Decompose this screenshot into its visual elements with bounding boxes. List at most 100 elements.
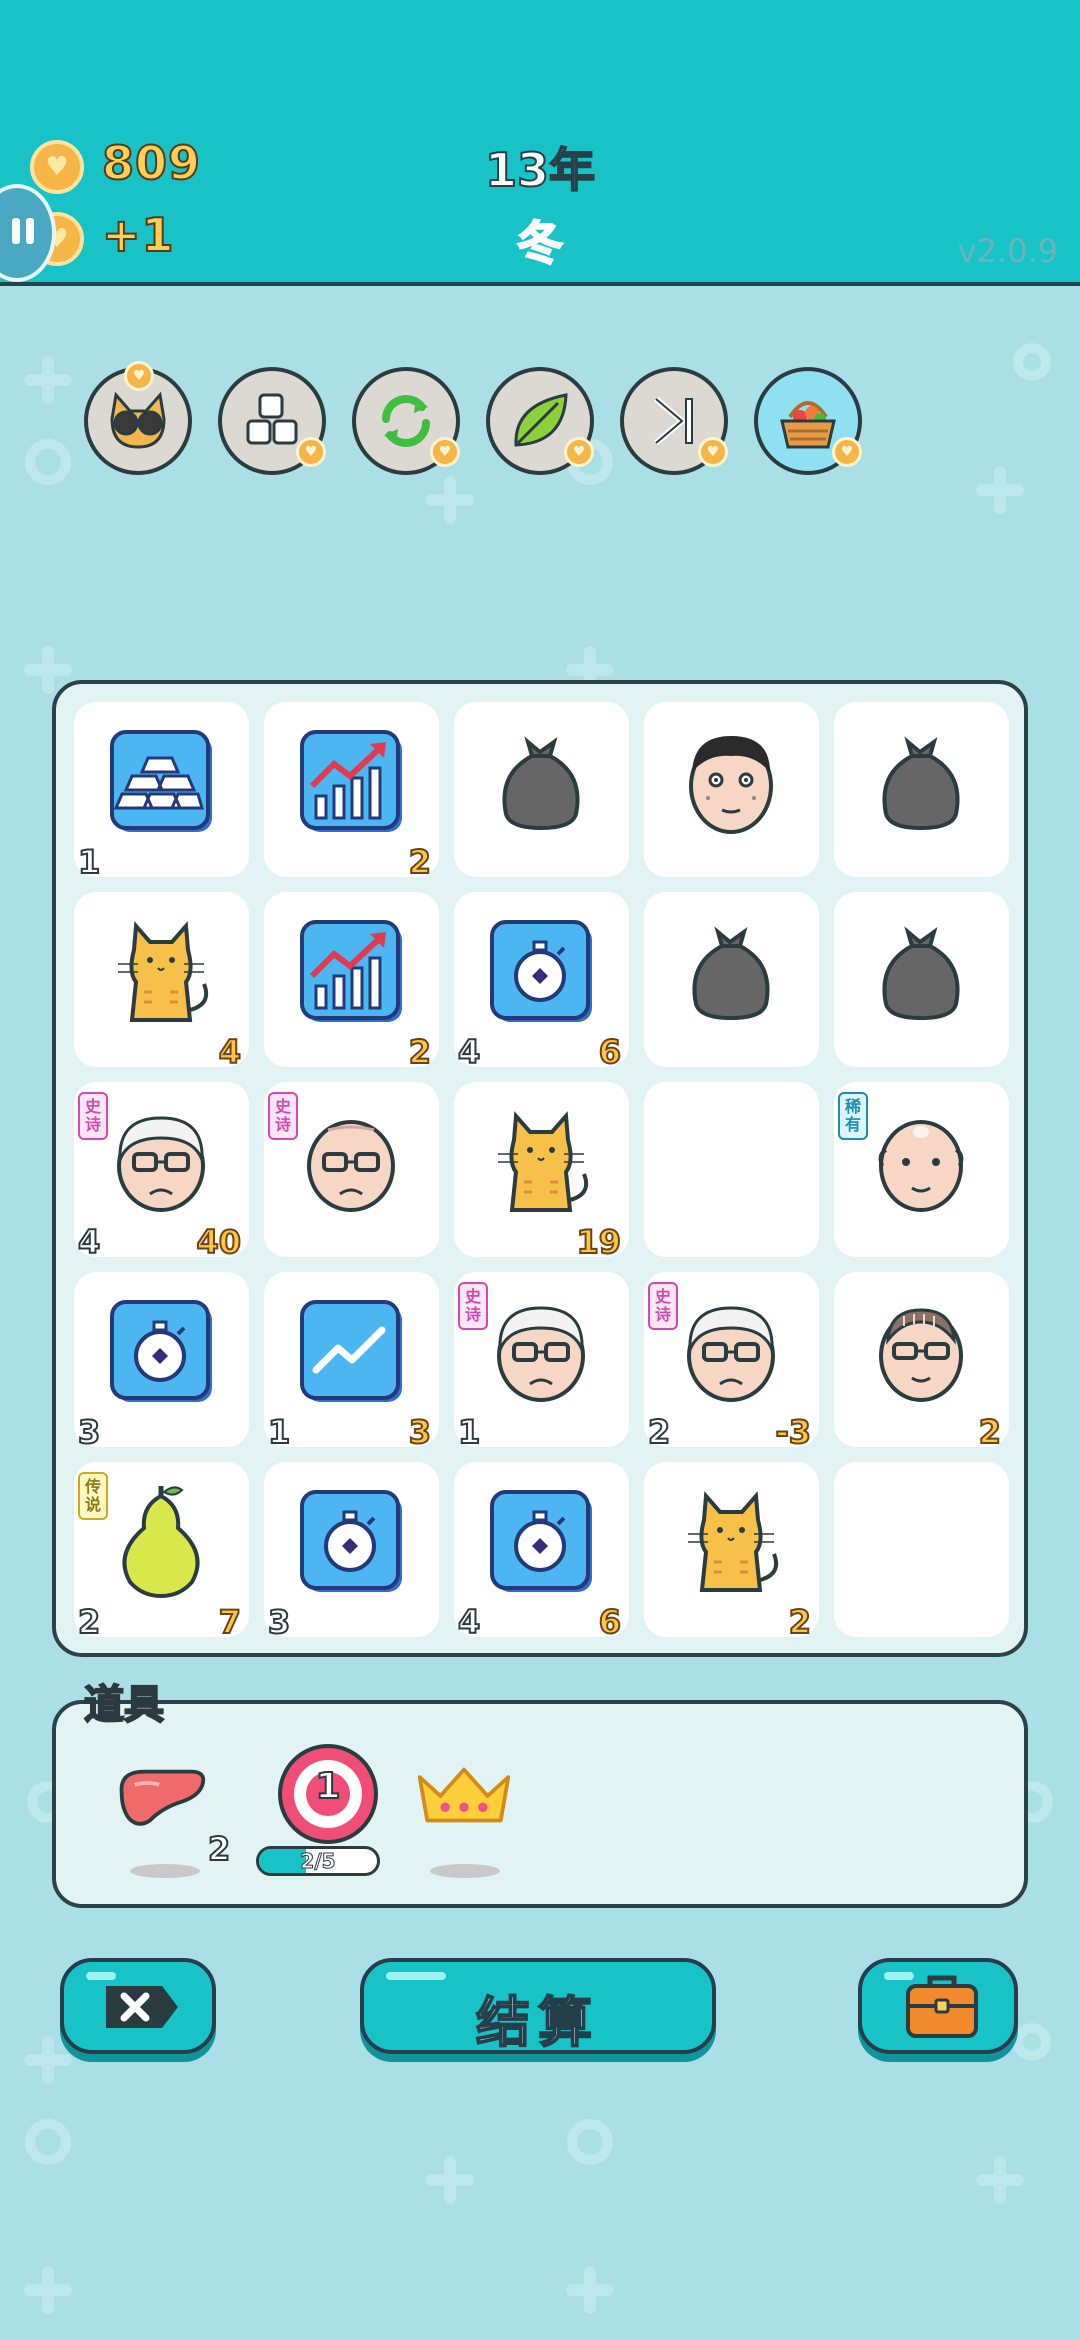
- board-cell[interactable]: 1: [74, 702, 249, 882]
- board-cell[interactable]: 4: [74, 892, 249, 1072]
- cell-left-value: 4: [457, 1032, 481, 1072]
- trash-bag-icon: [882, 926, 960, 1021]
- cell-left-value: 2: [77, 1602, 101, 1642]
- cell-left-value: 1: [267, 1412, 291, 1452]
- stopwatch-icon: [490, 1490, 592, 1592]
- heart-badge-icon: ♥: [832, 437, 862, 467]
- board-cell[interactable]: 4 6: [454, 1462, 629, 1642]
- year-label: 13年: [484, 142, 596, 198]
- top-bar: 809 +1 13年 冬 v2.0.9: [0, 0, 1080, 286]
- rarity-tag-epic: 史诗: [648, 1282, 678, 1330]
- target-progress-bar: 2/5: [256, 1846, 380, 1876]
- board-cell[interactable]: [834, 702, 1009, 877]
- board-cell[interactable]: 4 6: [454, 892, 629, 1072]
- old-man-glasses-icon: [879, 1308, 963, 1402]
- board-cell[interactable]: 2: [644, 1462, 819, 1642]
- grandpa-icon: [497, 1306, 585, 1402]
- prop-target[interactable]: 1 2/5: [256, 1744, 396, 1894]
- liver-icon: [119, 1769, 206, 1826]
- board-cell[interactable]: [454, 702, 629, 877]
- stopwatch-icon: [490, 920, 592, 1022]
- board-cell[interactable]: [644, 892, 819, 1067]
- heart-badge-icon: ♥: [430, 437, 460, 467]
- cell-right-value: 2: [788, 1602, 812, 1642]
- version-label: v2.0.9: [957, 232, 1058, 270]
- board-cell-empty[interactable]: [644, 1082, 819, 1257]
- board-cell[interactable]: 3: [264, 1462, 439, 1642]
- stopwatch-icon: [110, 1300, 212, 1402]
- board-cell[interactable]: 史诗: [264, 1082, 439, 1257]
- cat-icon: [498, 1111, 589, 1212]
- cell-right-value: 3: [408, 1412, 432, 1452]
- cell-left-value: 3: [267, 1602, 291, 1642]
- board-cell[interactable]: [644, 702, 819, 877]
- cell-left-value: 4: [457, 1602, 481, 1642]
- blocks-icon: [246, 393, 298, 445]
- ability-leaf[interactable]: ♥: [486, 367, 594, 475]
- rarity-tag-rare: 稀有: [838, 1092, 868, 1140]
- target-number: 1: [314, 1765, 341, 1808]
- skip-icon: [654, 396, 693, 446]
- basket-icon: [780, 401, 836, 449]
- board-cell[interactable]: 2: [264, 702, 439, 882]
- board-cell-empty[interactable]: [834, 1462, 1009, 1637]
- ability-basket[interactable]: ♥: [754, 367, 862, 475]
- board-cell[interactable]: 2: [264, 892, 439, 1072]
- board-cell[interactable]: 19: [454, 1082, 629, 1262]
- heart-badge-icon: ♥: [296, 437, 326, 467]
- cell-left-value: 4: [77, 1222, 101, 1262]
- grandpa-icon: [687, 1306, 775, 1402]
- trend-icon: [300, 1300, 402, 1402]
- prop-shadow: [430, 1864, 500, 1878]
- cell-left-value: 1: [457, 1412, 481, 1452]
- board-cell[interactable]: 史诗 1: [454, 1272, 629, 1452]
- stopwatch-icon: [300, 1490, 402, 1592]
- ability-cat-glasses[interactable]: ♥: [84, 361, 192, 475]
- pear-icon: [122, 1486, 200, 1599]
- coin-count: 809: [101, 135, 202, 191]
- prop-crown[interactable]: [412, 1754, 522, 1884]
- ability-blocks[interactable]: ♥: [218, 367, 326, 475]
- cell-right-value: -3: [774, 1412, 812, 1452]
- board-cell[interactable]: [834, 892, 1009, 1067]
- heart-badge-icon: ♥: [698, 437, 728, 467]
- ability-skip[interactable]: ♥: [620, 367, 728, 475]
- rarity-tag-epic: 史诗: [458, 1282, 488, 1330]
- rarity-tag-legend: 传说: [78, 1472, 108, 1520]
- board-cell[interactable]: 稀有: [834, 1082, 1009, 1257]
- cat-glasses-icon: [110, 391, 166, 449]
- board-cell[interactable]: 传说 2 7: [74, 1462, 249, 1642]
- cell-left-value: 2: [647, 1412, 671, 1452]
- gold-bars-icon: [110, 730, 212, 832]
- cell-right-value: 2: [408, 842, 432, 882]
- settle-button[interactable]: 结算: [360, 1958, 716, 2055]
- board-cell[interactable]: 2: [834, 1272, 1009, 1452]
- coin-rate: +1: [101, 207, 175, 263]
- season-label: 冬: [516, 215, 564, 271]
- rarity-tag-epic: 史诗: [78, 1092, 108, 1140]
- grandpa-icon: [117, 1116, 205, 1212]
- prop-liver[interactable]: 2: [116, 1754, 231, 1884]
- cell-right-value: 19: [575, 1222, 622, 1262]
- settle-label: 结算: [475, 1990, 600, 2055]
- liver-count: 2: [207, 1829, 231, 1869]
- board-cell[interactable]: 3: [74, 1272, 249, 1452]
- board-cell[interactable]: 史诗 2 -3: [644, 1272, 819, 1452]
- board-cell[interactable]: 1 3: [264, 1272, 439, 1452]
- cell-right-value: 4: [218, 1032, 242, 1072]
- trash-bag-icon: [502, 736, 580, 831]
- cell-right-value: 2: [978, 1412, 1002, 1452]
- bald-grandpa-icon: [307, 1120, 395, 1212]
- cell-right-value: 7: [218, 1602, 242, 1642]
- cat-icon: [118, 921, 209, 1022]
- quit-button[interactable]: [60, 1958, 216, 2054]
- props-title: 道具: [83, 1681, 165, 1729]
- briefcase-icon: [906, 1975, 978, 2038]
- board-cell[interactable]: 史诗 4 40: [74, 1082, 249, 1262]
- ability-refresh[interactable]: ♥: [352, 367, 460, 475]
- man-face-icon: [689, 736, 773, 834]
- rarity-tag-epic: 史诗: [268, 1092, 298, 1140]
- cat-icon: [688, 1491, 779, 1592]
- inventory-button[interactable]: [858, 1958, 1018, 2054]
- stock-chart-icon: [300, 920, 402, 1022]
